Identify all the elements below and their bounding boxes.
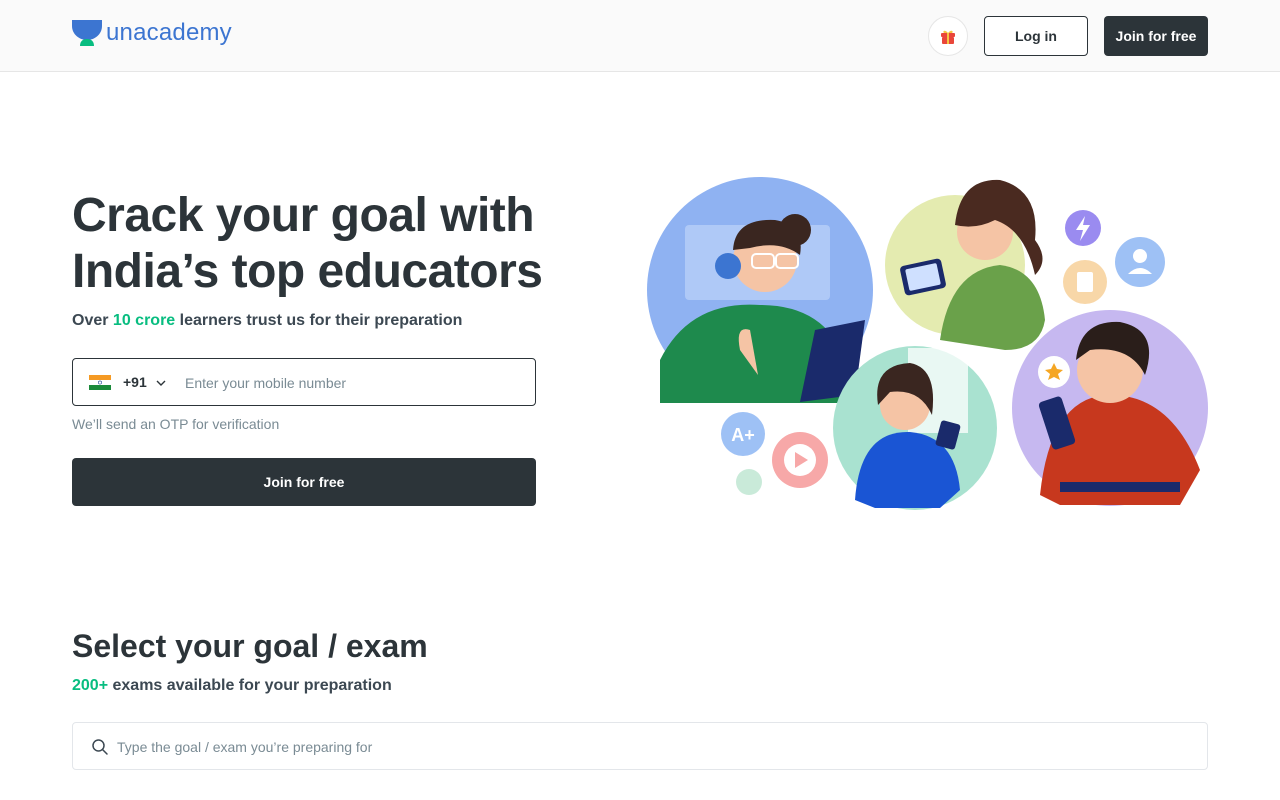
top-header: unacademy Log in Join for free	[0, 0, 1280, 72]
join-free-main-button[interactable]: Join for free	[72, 458, 536, 506]
star-badge-icon	[1038, 356, 1070, 388]
india-flag-icon	[89, 375, 111, 390]
girl-phone-illustration	[833, 346, 997, 510]
boy-phone-illustration	[1012, 310, 1208, 506]
chevron-down-icon[interactable]	[155, 377, 167, 389]
goal-section-subtitle: 200+ exams available for your preparatio…	[72, 676, 392, 696]
hero-subtitle-suffix: learners trust us for their preparation	[175, 312, 463, 329]
hero-subtitle-prefix: Over	[72, 312, 113, 329]
goal-search-input[interactable]	[117, 735, 1187, 759]
goal-subtitle-highlight: 200+	[72, 677, 109, 694]
hero-subtitle-highlight: 10 crore	[112, 312, 176, 329]
notes-badge-icon	[1063, 260, 1107, 304]
search-icon	[92, 739, 108, 755]
login-button[interactable]: Log in	[984, 16, 1088, 56]
unacademy-logo[interactable]: unacademy	[72, 19, 232, 47]
boy-headphones-illustration	[647, 177, 873, 403]
phone-field: +91	[72, 358, 536, 406]
goal-search-field	[72, 722, 1208, 770]
lightning-badge-icon	[1065, 210, 1101, 246]
otp-note: We’ll send an OTP for verification	[72, 416, 280, 432]
decorative-dot-icon	[736, 469, 762, 495]
gift-icon	[941, 30, 955, 44]
hero-title-line2: India’s top educators	[72, 245, 543, 298]
hero-title: Crack your goal with India’s top educato…	[72, 188, 592, 300]
a-plus-badge-icon: A+	[721, 412, 765, 456]
logo-text: unacademy	[106, 19, 232, 46]
goal-section-title: Select your goal / exam	[72, 628, 428, 664]
country-code-selector[interactable]: +91	[123, 374, 147, 390]
join-free-header-button[interactable]: Join for free	[1104, 16, 1208, 56]
gift-button[interactable]	[928, 16, 968, 56]
girl-tablet-illustration	[885, 179, 1045, 350]
logo-icon	[72, 20, 102, 46]
mobile-number-input[interactable]	[185, 371, 525, 395]
svg-text:A+: A+	[731, 425, 755, 445]
hero-subtitle: Over 10 crore learners trust us for thei…	[72, 311, 462, 331]
play-badge-icon	[772, 432, 828, 488]
hero-illustration: A+	[647, 177, 1208, 510]
user-badge-icon	[1115, 237, 1165, 287]
goal-subtitle-suffix: exams available for your preparation	[108, 677, 392, 694]
hero-title-line1: Crack your goal with	[72, 189, 535, 242]
